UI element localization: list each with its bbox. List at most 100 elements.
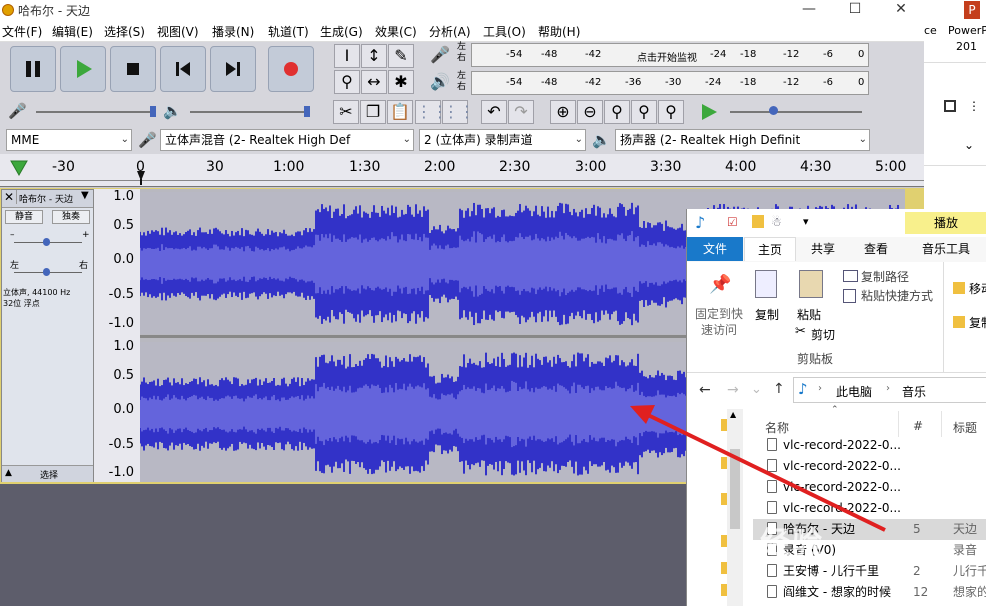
menu-effect[interactable]: 效果(C) xyxy=(375,23,417,40)
recording-volume-slider[interactable] xyxy=(36,111,154,113)
new-folder-icon[interactable] xyxy=(752,215,764,228)
close-button[interactable]: ✕ xyxy=(878,0,924,20)
list-item[interactable]: vlc-record-2022-0... xyxy=(753,435,986,456)
slider-thumb[interactable] xyxy=(150,106,156,117)
recording-device-select[interactable]: 立体声混音 (2- Realtek High Def ⌄ xyxy=(160,129,414,151)
menu-select[interactable]: 选择(S) xyxy=(104,23,145,40)
undo-button[interactable]: ↶ xyxy=(481,100,507,124)
scroll-thumb[interactable] xyxy=(730,449,740,529)
tab-view[interactable]: 查看 xyxy=(851,237,901,261)
trim-button[interactable]: ⋮⋮ xyxy=(415,100,448,124)
skip-to-end-button[interactable] xyxy=(210,46,256,92)
record-meter-mic-icon[interactable]: 🎤 xyxy=(430,45,450,65)
play-context-tab[interactable]: 播放 xyxy=(905,212,986,234)
move-to-button[interactable]: 移动 xyxy=(969,280,986,297)
menu-tracks[interactable]: 轨道(T) xyxy=(268,23,309,40)
track-control-panel[interactable]: ✕ 哈布尔 - 天边 ▼ 静音 独奏 – + 左 右 立体声, 44100 Hz… xyxy=(1,189,94,482)
list-item[interactable]: vlc-record-2022-0... xyxy=(753,498,986,519)
forward-arrow-icon[interactable]: → xyxy=(727,382,739,398)
copy-button[interactable]: 复制 xyxy=(755,306,779,323)
paste-button[interactable]: 📋 xyxy=(387,100,413,124)
playback-device-select[interactable]: 扬声器 (2- Realtek High Definit ⌄ xyxy=(615,129,870,151)
breadcrumb-this-pc[interactable]: 此电脑 xyxy=(836,383,872,400)
record-button[interactable] xyxy=(268,46,314,92)
recent-chevron-icon[interactable]: ⌄ xyxy=(751,382,762,397)
collapse-track-icon[interactable]: ▲ xyxy=(5,468,12,478)
playback-speed-slider[interactable] xyxy=(730,111,862,113)
envelope-tool[interactable]: ↕ xyxy=(361,44,387,68)
pause-button[interactable] xyxy=(10,46,56,92)
zoom-tool[interactable]: ⚲ xyxy=(334,70,360,94)
paste-button[interactable]: 粘贴 xyxy=(797,306,821,323)
tab-share[interactable]: 共享 xyxy=(799,237,847,261)
slider-thumb[interactable] xyxy=(769,106,778,115)
close-track-icon[interactable]: ✕ xyxy=(4,190,17,204)
pin-quick-access-button[interactable]: 固定到快速访问 xyxy=(693,306,745,338)
selection-tool[interactable]: I xyxy=(334,44,360,68)
list-item[interactable]: 王安博 - 儿行千里 2 儿行千 xyxy=(753,561,986,582)
menu-help[interactable]: 帮助(H) xyxy=(538,23,580,40)
address-bar[interactable]: ♪ › 此电脑 › 音乐 xyxy=(793,377,986,403)
silence-button[interactable]: ⋮⋮ xyxy=(442,100,475,124)
redo-button[interactable]: ↷ xyxy=(508,100,534,124)
panel-icon[interactable] xyxy=(944,100,956,112)
skip-to-start-button[interactable] xyxy=(160,46,206,92)
menu-transport[interactable]: 播录(N) xyxy=(212,23,254,40)
pin-playhead-icon[interactable] xyxy=(10,160,28,176)
copy-path-button[interactable]: 复制路径 xyxy=(861,268,909,285)
time-shift-tool[interactable]: ↔ xyxy=(361,70,387,94)
nav-scrollbar[interactable]: ▲ xyxy=(727,409,743,606)
playback-meter-speaker-icon[interactable]: 🔊 xyxy=(430,72,450,92)
timeline-ruler[interactable]: -30 0 30 1:00 1:30 2:00 2:30 3:00 3:30 4… xyxy=(0,154,924,187)
zoom-toggle-button[interactable]: ⚲ xyxy=(658,100,684,124)
menu-generate[interactable]: 生成(G) xyxy=(320,23,363,40)
column-title[interactable]: 标题 xyxy=(953,419,977,436)
slider-thumb[interactable] xyxy=(43,238,50,246)
copy-button[interactable]: ❐ xyxy=(360,100,386,124)
audio-host-select[interactable]: MME ⌄ xyxy=(6,129,132,151)
fit-project-button[interactable]: ⚲ xyxy=(631,100,657,124)
paste-shortcut-button[interactable]: 粘贴快捷方式 xyxy=(861,287,933,304)
track-menu-chevron-icon[interactable]: ▼ xyxy=(81,190,89,201)
back-arrow-icon[interactable]: ← xyxy=(699,382,711,398)
fit-selection-button[interactable]: ⚲ xyxy=(604,100,630,124)
playback-meter[interactable]: -54 -48 -42 -36 -30 -24 -18 -12 -6 0 xyxy=(471,71,869,95)
playback-volume-slider[interactable] xyxy=(190,111,308,113)
column-name[interactable]: 名称 xyxy=(765,419,789,436)
play-button[interactable] xyxy=(60,46,106,92)
menu-analyze[interactable]: 分析(A) xyxy=(429,23,471,40)
draw-tool[interactable]: ✎ xyxy=(388,44,414,68)
minimize-button[interactable]: — xyxy=(786,0,832,20)
record-meter[interactable]: -54 -48 -42 点击开始监视 -24 -18 -12 -6 0 xyxy=(471,43,869,67)
amplitude-scale[interactable]: 1.0 0.5 0.0 -0.5 -1.0 1.0 0.5 0.0 -0.5 -… xyxy=(94,189,140,482)
cut-button[interactable]: 剪切 xyxy=(811,326,835,343)
cut-button[interactable]: ✂ xyxy=(333,100,359,124)
up-arrow-icon[interactable]: ↑ xyxy=(773,381,785,397)
multi-tool[interactable]: ✱ xyxy=(388,70,414,94)
chevron-down-icon[interactable]: ⌄ xyxy=(964,138,974,152)
breadcrumb-music[interactable]: 音乐 xyxy=(902,383,926,400)
mute-button[interactable]: 静音 xyxy=(5,210,43,224)
play-at-speed-button[interactable] xyxy=(698,101,720,123)
menu-tools[interactable]: 工具(O) xyxy=(483,23,526,40)
customize-toolbar-icon[interactable]: ▾ xyxy=(803,215,809,228)
tab-file[interactable]: 文件 xyxy=(687,237,743,261)
scroll-up-icon[interactable]: ▲ xyxy=(730,410,736,419)
copy-to-button[interactable]: 复制 xyxy=(969,314,986,331)
track-name-button[interactable]: 哈布尔 - 天边 xyxy=(19,192,73,205)
column-track-number[interactable]: # xyxy=(913,419,923,433)
recording-channels-select[interactable]: 2 (立体声) 录制声道 ⌄ xyxy=(419,129,586,151)
select-track-button[interactable]: 选择 xyxy=(40,468,58,481)
slider-thumb[interactable] xyxy=(43,268,50,276)
stop-button[interactable] xyxy=(110,46,156,92)
slider-thumb[interactable] xyxy=(304,106,310,117)
zoom-out-button[interactable]: ⊖ xyxy=(577,100,603,124)
menu-file[interactable]: 文件(F) xyxy=(2,23,42,40)
list-item[interactable]: vlc-record-2022-0... xyxy=(753,456,986,477)
list-item[interactable]: 阎维文 - 想家的时候 12 想家的 xyxy=(753,582,986,603)
properties-icon[interactable]: ☑ xyxy=(727,215,738,229)
more-icon[interactable]: ⋮ xyxy=(968,99,980,113)
menu-edit[interactable]: 编辑(E) xyxy=(52,23,93,40)
menu-view[interactable]: 视图(V) xyxy=(157,23,199,40)
quick-access-icon[interactable]: ☃ xyxy=(771,215,782,229)
